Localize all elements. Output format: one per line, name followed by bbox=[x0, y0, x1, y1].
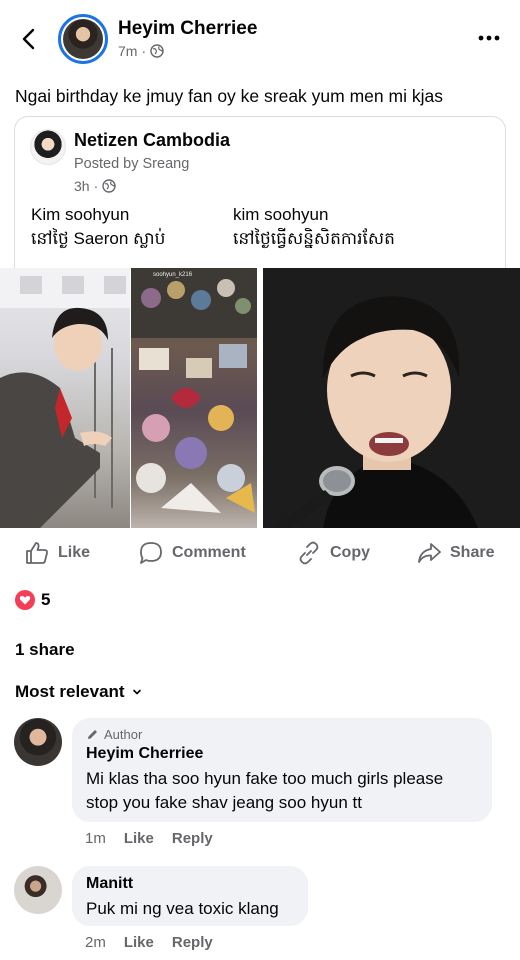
pencil-icon bbox=[88, 730, 97, 739]
photo-person-left[interactable] bbox=[0, 268, 130, 528]
post-header: Heyim Cherriee 7m · bbox=[0, 0, 520, 78]
author-badge-label: Author bbox=[104, 727, 143, 742]
commenter-name[interactable]: Heyim Cherriee bbox=[86, 745, 478, 763]
comment-button[interactable]: Comment bbox=[138, 536, 246, 570]
comment-text: Mi klas tha soo hyun fake too much girls… bbox=[86, 767, 478, 815]
photo-person-left-illustration bbox=[0, 268, 130, 528]
reaction-count: 5 bbox=[41, 590, 51, 609]
author-avatar[interactable] bbox=[58, 14, 108, 64]
like-label: Like bbox=[58, 544, 91, 561]
post-text: Ngai birthday ke jmuy fan oy ke sreak yu… bbox=[15, 86, 443, 106]
photo-press-illustration bbox=[263, 268, 520, 528]
copy-button[interactable]: Copy bbox=[296, 536, 370, 570]
like-button[interactable]: Like bbox=[24, 536, 90, 570]
comment-text-line2: stop you fake shav jeang soo hyun tt bbox=[86, 793, 362, 812]
copy-label: Copy bbox=[330, 544, 370, 561]
chevron-down-icon bbox=[132, 689, 141, 695]
love-reaction-icon bbox=[15, 590, 35, 610]
comment-sort-dropdown[interactable]: Most relevant bbox=[15, 682, 143, 702]
shared-text-left: Kim soohyun នៅថ្ងៃ Saeron ស្លាប់ bbox=[31, 203, 165, 251]
comment-time: 1m bbox=[85, 830, 106, 847]
photo-watermark: soohyun_k216 bbox=[153, 272, 193, 278]
comment-time: 2m bbox=[85, 934, 106, 951]
chevron-left-icon bbox=[22, 28, 35, 50]
page-name[interactable]: Netizen Cambodia bbox=[74, 130, 230, 151]
reactions-summary[interactable]: 5 bbox=[15, 590, 50, 610]
comment-bubble: Author Heyim Cherriee Mi klas tha soo hy… bbox=[72, 718, 492, 822]
photo-memorial-illustration: soohyun_k216 bbox=[131, 268, 257, 513]
commenter-avatar[interactable] bbox=[14, 866, 62, 914]
author-avatar-image bbox=[63, 19, 103, 59]
commenter-avatar[interactable] bbox=[14, 718, 62, 766]
more-options-button[interactable] bbox=[474, 26, 504, 50]
photo-press-conference[interactable] bbox=[263, 268, 520, 528]
more-dots-icon bbox=[478, 35, 500, 41]
post-meta: 7m · bbox=[118, 43, 164, 59]
shared-text-left-line1: Kim soohyun bbox=[31, 205, 130, 224]
share-arrow-icon bbox=[418, 543, 441, 563]
shared-post-meta: 3h · bbox=[74, 178, 116, 194]
post-photos: soohyun_k216 bbox=[0, 268, 520, 528]
comment-text: Puk mi ng vea toxic klang bbox=[86, 899, 279, 918]
comment-label: Comment bbox=[172, 544, 246, 561]
comment-bubble-icon bbox=[140, 542, 162, 564]
comment-reply-button[interactable]: Reply bbox=[172, 934, 213, 951]
back-button[interactable] bbox=[14, 24, 44, 54]
comment-actions: 1m Like Reply bbox=[85, 830, 213, 847]
comment-reply-button[interactable]: Reply bbox=[172, 830, 213, 847]
shared-text-right-line1: kim soohyun bbox=[233, 205, 329, 224]
author-badge: Author bbox=[86, 727, 478, 742]
sort-label: Most relevant bbox=[15, 682, 125, 701]
share-label: Share bbox=[450, 544, 495, 561]
globe-icon bbox=[102, 179, 116, 193]
comment-text-line1: Mi klas tha soo hyun fake too much girls… bbox=[86, 769, 444, 788]
shared-text-right-line2: នៅថ្ងៃធ្វើសន្និសិតការសែត bbox=[233, 229, 395, 248]
post-time: 7m bbox=[118, 43, 138, 59]
commenter-name[interactable]: Manitt bbox=[86, 875, 294, 893]
shared-text-right: kim soohyun នៅថ្ងៃធ្វើសន្និសិតការសែត bbox=[233, 203, 395, 251]
share-button[interactable]: Share bbox=[416, 536, 494, 570]
comment-actions: 2m Like Reply bbox=[85, 934, 213, 951]
post-action-bar: Like Comment Copy Share bbox=[0, 536, 520, 570]
page-avatar[interactable] bbox=[30, 129, 66, 165]
shared-post-time: 3h bbox=[74, 178, 90, 194]
comment-like-button[interactable]: Like bbox=[124, 830, 154, 847]
link-icon bbox=[299, 541, 319, 565]
meta-separator: · bbox=[141, 43, 147, 59]
photo-memorial-flowers[interactable]: soohyun_k216 bbox=[131, 268, 257, 528]
meta-separator: · bbox=[93, 178, 99, 194]
posted-by: Posted by Sreang bbox=[74, 156, 190, 172]
globe-icon bbox=[150, 44, 164, 58]
shared-text-left-line2: នៅថ្ងៃ Saeron ស្លាប់ bbox=[31, 229, 166, 248]
share-count[interactable]: 1 share bbox=[15, 640, 75, 660]
comment-like-button[interactable]: Like bbox=[124, 934, 154, 951]
author-name[interactable]: Heyim Cherriee bbox=[118, 18, 257, 40]
shared-post-card[interactable]: Netizen Cambodia Posted by Sreang 3h · K… bbox=[14, 116, 506, 268]
comment-bubble: Manitt Puk mi ng vea toxic klang bbox=[72, 866, 308, 926]
thumbs-up-icon bbox=[26, 542, 48, 564]
